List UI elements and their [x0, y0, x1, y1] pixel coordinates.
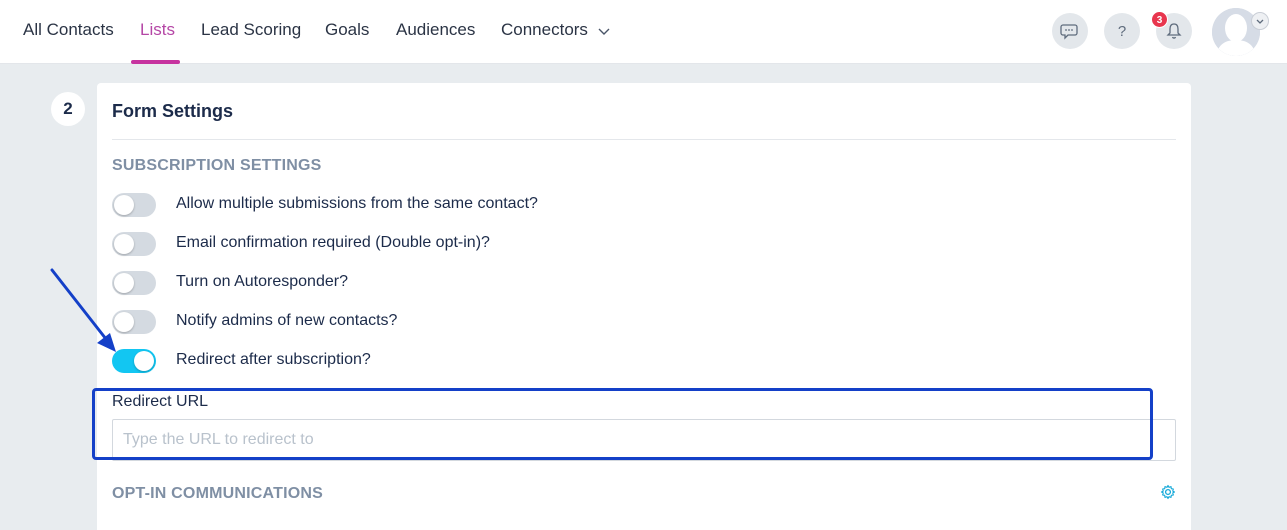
- double-optin-toggle[interactable]: [112, 232, 156, 256]
- toggle-row-multiple-submissions: Allow multiple submissions from the same…: [112, 193, 812, 219]
- toggle-knob: [114, 234, 134, 254]
- toggle-label: Email confirmation required (Double opt-…: [176, 234, 490, 251]
- form-settings-card: Form Settings SUBSCRIPTION SETTINGS Allo…: [97, 83, 1191, 530]
- toggle-label: Redirect after subscription?: [176, 351, 371, 368]
- redirect-url-input[interactable]: [112, 419, 1176, 461]
- toggle-row-autoresponder: Turn on Autoresponder?: [112, 271, 812, 297]
- account-menu-toggle[interactable]: [1251, 12, 1269, 30]
- tab-audiences[interactable]: Audiences: [396, 20, 475, 40]
- bell-icon: [1166, 23, 1182, 39]
- redirect-toggle[interactable]: [112, 349, 156, 373]
- toggle-label: Turn on Autoresponder?: [176, 273, 348, 290]
- optin-communications-heading: OPT-IN COMMUNICATIONS: [112, 485, 324, 502]
- toggle-knob: [114, 312, 134, 332]
- tab-all-contacts[interactable]: All Contacts: [23, 20, 114, 40]
- chat-button[interactable]: [1052, 13, 1088, 49]
- gear-icon[interactable]: [1160, 484, 1176, 500]
- help-button[interactable]: ?: [1104, 13, 1140, 49]
- toggle-row-notify-admins: Notify admins of new contacts?: [112, 310, 812, 336]
- toggle-row-double-optin: Email confirmation required (Double opt-…: [112, 232, 812, 258]
- chat-icon: [1060, 24, 1078, 40]
- divider: [112, 139, 1176, 140]
- redirect-url-label: Redirect URL: [112, 393, 209, 410]
- tab-connectors[interactable]: Connectors: [501, 20, 588, 40]
- toggle-row-redirect: Redirect after subscription?: [112, 349, 812, 375]
- notify-admins-toggle[interactable]: [112, 310, 156, 334]
- top-nav: All Contacts Lists Lead Scoring Goals Au…: [0, 0, 1287, 64]
- tab-lead-scoring[interactable]: Lead Scoring: [201, 20, 301, 40]
- toggle-label: Notify admins of new contacts?: [176, 312, 398, 329]
- toggle-knob: [114, 273, 134, 293]
- card-title: Form Settings: [112, 101, 234, 121]
- subscription-settings-heading: SUBSCRIPTION SETTINGS: [112, 157, 322, 174]
- chevron-down-icon: [1256, 19, 1264, 24]
- active-tab-indicator: [131, 60, 180, 64]
- toggle-knob: [134, 351, 154, 371]
- chevron-down-icon[interactable]: [597, 24, 611, 38]
- tab-lists[interactable]: Lists: [140, 20, 175, 40]
- autoresponder-toggle[interactable]: [112, 271, 156, 295]
- tab-goals[interactable]: Goals: [325, 20, 369, 40]
- toggle-label: Allow multiple submissions from the same…: [176, 195, 538, 212]
- notification-badge: 3: [1151, 11, 1168, 28]
- multiple-submissions-toggle[interactable]: [112, 193, 156, 217]
- step-number: 2: [51, 92, 85, 126]
- toggle-knob: [114, 195, 134, 215]
- help-icon: ?: [1117, 22, 1127, 40]
